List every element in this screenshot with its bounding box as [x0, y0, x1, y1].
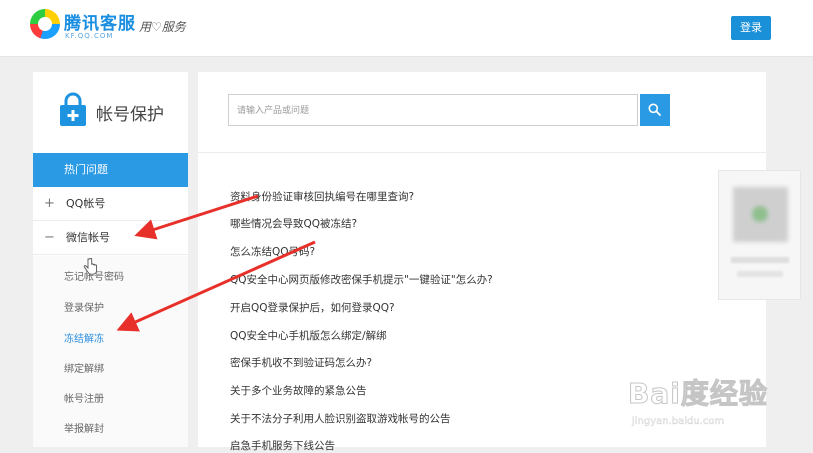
qr-caption-blurred — [737, 271, 783, 277]
search-box — [228, 94, 644, 127]
sidebar-item-hot-questions[interactable]: 热门问题 — [33, 153, 188, 187]
sidebar-subitem-report-unban[interactable]: 举报解封 — [64, 420, 104, 435]
sidebar-title: 帐号保护 — [96, 105, 164, 125]
qr-code — [733, 187, 788, 242]
sidebar-header: 帐号保护 — [33, 72, 188, 152]
question-link[interactable]: 哪些情况会导致QQ被冻结? — [230, 216, 357, 231]
question-link[interactable]: 开启QQ登录保护后，如何登录QQ? — [230, 300, 395, 315]
qr-code-card[interactable] — [718, 170, 801, 300]
collapse-icon[interactable]: − — [44, 221, 55, 255]
question-link[interactable]: 关于多个业务故障的紧急公告 — [230, 383, 367, 398]
question-link[interactable]: 怎么冻结QQ号码? — [230, 244, 315, 259]
sidebar-category-qq[interactable]: + QQ帐号 — [33, 187, 188, 221]
slogan: 用♡服务 — [139, 20, 186, 34]
question-link[interactable]: QQ安全中心手机版怎么绑定/解绑 — [230, 328, 387, 343]
search-icon — [648, 103, 661, 116]
sidebar-subitem-freeze-unfreeze[interactable]: 冻结解冻 — [64, 330, 104, 345]
tencent-logo-icon[interactable] — [30, 9, 60, 39]
sidebar-subitem-register[interactable]: 帐号注册 — [64, 390, 104, 405]
baidu-jingyan-watermark: Bai度经验 — [628, 377, 768, 411]
top-header: 腾讯客服 KF.QQ.COM 用♡服务 登录 — [0, 0, 813, 57]
search-input[interactable] — [229, 95, 644, 127]
sidebar-subitem-bind-unbind[interactable]: 绑定解绑 — [64, 360, 104, 375]
sidebar-category-label: 微信帐号 — [66, 231, 110, 244]
lock-icon — [60, 92, 86, 126]
wechat-submenu: 忘记帐号密码 登录保护 冻结解冻 绑定解绑 帐号注册 举报解封 — [33, 256, 188, 447]
hand-cursor-icon — [83, 258, 97, 275]
question-link[interactable]: 关于不法分子利用人脸识别盗取游戏帐号的公告 — [230, 411, 451, 426]
expand-icon[interactable]: + — [44, 187, 55, 221]
sidebar: 帐号保护 热门问题 + QQ帐号 − 微信帐号 忘记帐号密码 登录保护 冻结解冻… — [33, 72, 188, 447]
question-link[interactable]: QQ安全中心网页版修改密保手机提示"一键验证"怎么办? — [230, 272, 493, 287]
search-button[interactable] — [640, 94, 670, 126]
question-link[interactable]: 启急手机服务下线公告 — [230, 438, 335, 453]
divider — [198, 152, 766, 153]
qr-caption-blurred — [731, 257, 789, 263]
login-button[interactable]: 登录 — [731, 16, 771, 40]
sidebar-subitem-login-protection[interactable]: 登录保护 — [64, 299, 104, 314]
sidebar-category-wechat[interactable]: − 微信帐号 — [33, 221, 188, 255]
sidebar-category-label: QQ帐号 — [66, 197, 106, 210]
question-link[interactable]: 资料身份验证审核回执编号在哪里查询? — [230, 189, 414, 204]
watermark-url: jingyan.baidu.com — [632, 416, 725, 427]
question-link[interactable]: 密保手机收不到验证码怎么办? — [230, 355, 372, 370]
brand-domain: KF.QQ.COM — [65, 32, 114, 40]
brand-name[interactable]: 腾讯客服 — [64, 9, 136, 34]
